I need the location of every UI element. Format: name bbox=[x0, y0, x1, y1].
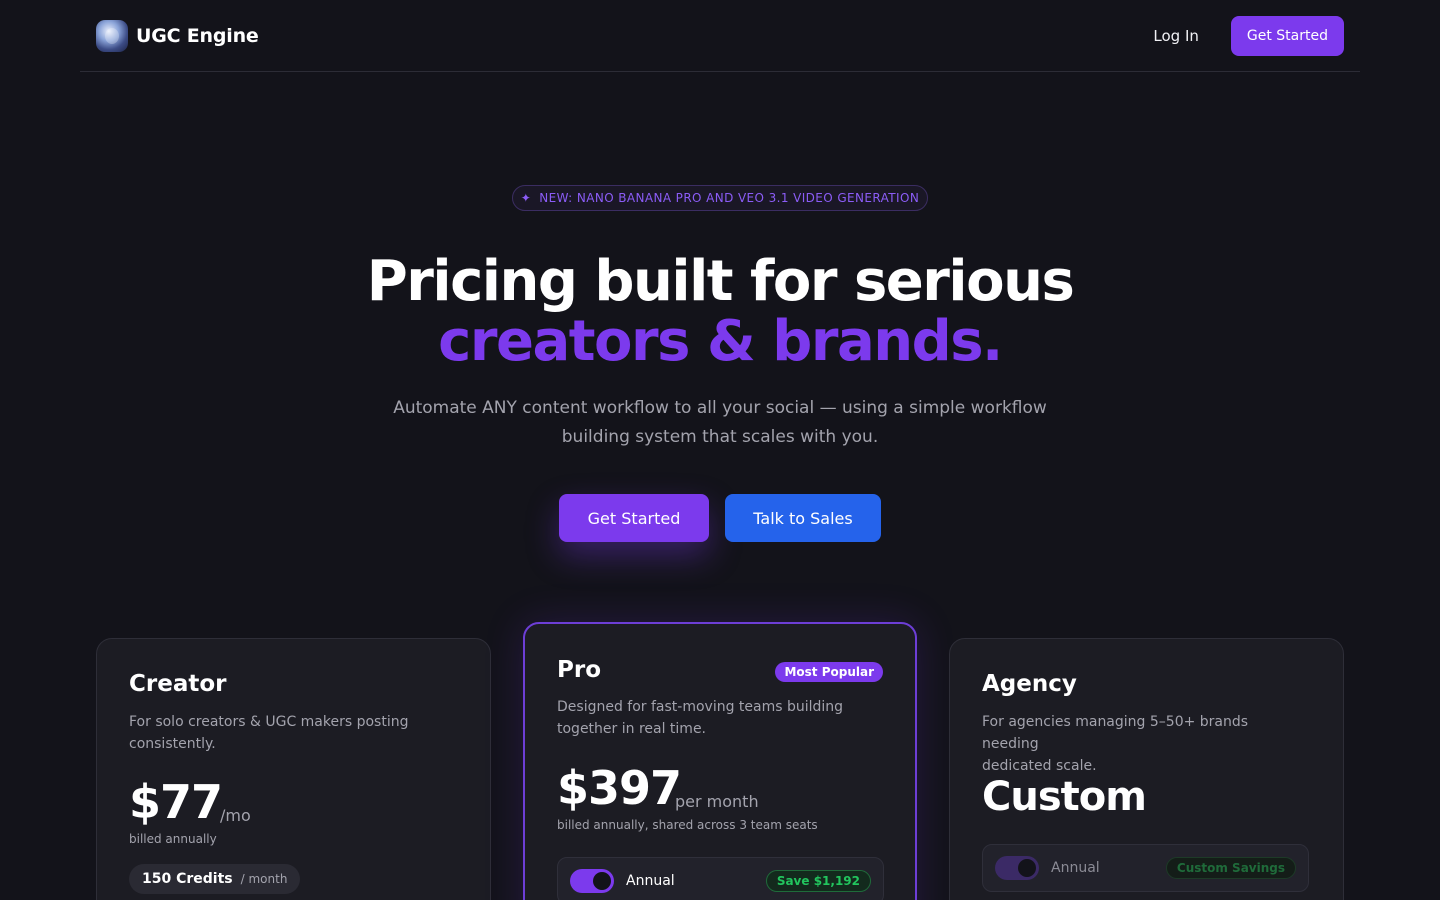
nav-actions: Log In Get Started bbox=[1153, 15, 1344, 56]
plan-description: For solo creators & UGC makers posting c… bbox=[129, 711, 429, 755]
billing-toggle-row: Annual Custom Savings bbox=[982, 844, 1309, 892]
plan-price: $397 bbox=[557, 761, 682, 815]
plan-name: Agency bbox=[982, 671, 1077, 697]
plan-description-line1: For solo creators & UGC makers posting bbox=[129, 714, 409, 730]
plan-description-line2: together in real time. bbox=[557, 721, 707, 737]
plan-billing-note: billed annually bbox=[129, 832, 217, 846]
globe-logo-icon bbox=[96, 19, 128, 52]
savings-badge: Save $1,192 bbox=[765, 870, 871, 892]
toggle-label: Annual bbox=[1051, 860, 1100, 876]
brand[interactable]: UGC Engine bbox=[96, 19, 259, 52]
plan-card-agency: Agency For agencies managing 5–50+ brand… bbox=[949, 638, 1344, 900]
top-navbar: UGC Engine Log In Get Started bbox=[80, 0, 1360, 72]
hero-subtitle: Automate ANY content workflow to all you… bbox=[380, 394, 1060, 452]
credits-pill: 150 Credits / month bbox=[129, 864, 301, 894]
plan-card-pro: Pro Most Popular Designed for fast-movin… bbox=[523, 622, 917, 900]
plan-billing-note: billed annually, shared across 3 team se… bbox=[557, 818, 818, 832]
plan-description: Designed for fast-moving teams building … bbox=[557, 696, 857, 740]
plan-price: Custom bbox=[982, 774, 1147, 820]
hero-get-started-button[interactable]: Get Started bbox=[559, 494, 709, 542]
credits-period: / month bbox=[240, 872, 288, 886]
hero-title-line1: Pricing built for serious bbox=[366, 249, 1075, 314]
plan-card-creator: Creator For solo creators & UGC makers p… bbox=[96, 638, 491, 900]
plan-price-unit: /mo bbox=[220, 806, 251, 825]
annual-toggle[interactable] bbox=[570, 869, 614, 893]
brand-name: UGC Engine bbox=[136, 24, 259, 47]
plan-price: $77 bbox=[129, 775, 223, 829]
plan-price-unit: per month bbox=[675, 792, 759, 811]
announcement-text: NEW: NANO BANANA PRO AND VEO 3.1 VIDEO G… bbox=[539, 191, 920, 205]
billing-toggle-row: Annual Save $1,192 bbox=[557, 857, 884, 900]
talk-to-sales-button[interactable]: Talk to Sales bbox=[725, 494, 881, 542]
savings-badge: Custom Savings bbox=[1165, 857, 1296, 879]
announcement-badge[interactable]: ✦ NEW: NANO BANANA PRO AND VEO 3.1 VIDEO… bbox=[512, 185, 928, 211]
sparkle-icon: ✦ bbox=[520, 191, 532, 205]
plan-description-line2: consistently. bbox=[129, 736, 216, 752]
plan-name: Pro bbox=[557, 657, 602, 683]
credits-amount: 150 Credits bbox=[142, 871, 233, 887]
hero-title-line2: creators & brands. bbox=[438, 309, 1003, 374]
plan-description-line1: Designed for fast-moving teams building bbox=[557, 699, 844, 715]
plan-description: For agencies managing 5–50+ brands needi… bbox=[982, 711, 1302, 777]
pricing-page: UGC Engine Log In Get Started ✦ NEW: NAN… bbox=[0, 0, 1440, 900]
hero-subtitle-line1: Automate ANY content workflow to all you… bbox=[393, 398, 1047, 418]
login-link[interactable]: Log In bbox=[1153, 27, 1199, 45]
plan-name: Creator bbox=[129, 671, 227, 697]
toggle-label: Annual bbox=[626, 873, 675, 889]
hero-subtitle-line2: building system that scales with you. bbox=[561, 427, 879, 447]
plan-description-line1: For agencies managing 5–50+ brands needi… bbox=[982, 714, 1249, 752]
annual-toggle[interactable] bbox=[995, 856, 1039, 880]
most-popular-badge: Most Popular bbox=[775, 662, 883, 682]
nav-get-started-button[interactable]: Get Started bbox=[1230, 15, 1344, 56]
